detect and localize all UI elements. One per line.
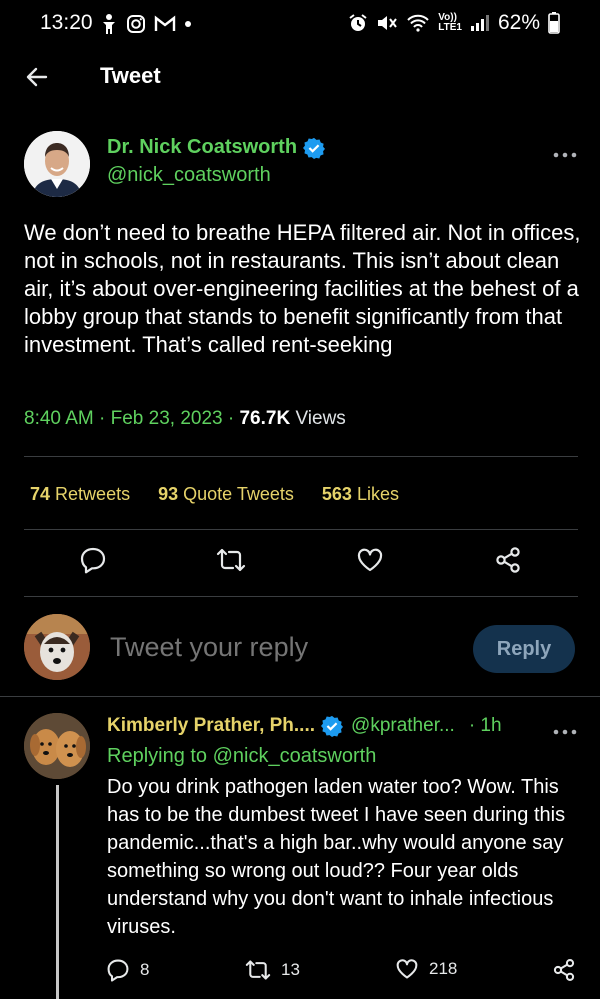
share-icon (496, 547, 520, 573)
tweet-text: We don’t need to breathe HEPA filtered a… (24, 220, 581, 357)
reply-more-options-button[interactable] (553, 717, 577, 743)
status-time: 13:20 (40, 11, 93, 34)
battery-icon (548, 12, 560, 34)
status-bar: 13:20 Vo)) LTE1 62% (0, 0, 600, 48)
views-label[interactable]: Views (295, 408, 345, 429)
reply-like-button[interactable]: 218 (395, 958, 457, 980)
reply-timestamp: · 1h (468, 715, 502, 736)
author-avatar[interactable] (24, 131, 90, 197)
replying-to-label: Replying to (107, 745, 208, 767)
system-icons: Vo)) LTE1 62% (348, 11, 560, 35)
my-avatar[interactable] (24, 614, 90, 680)
divider (24, 456, 578, 457)
alarm-icon (349, 14, 367, 31)
arrow-left-icon (26, 67, 48, 87)
tweet-meta: 8:40 AM · Feb 23, 2023 · 76.7K Views (24, 408, 346, 430)
reply-author-handle[interactable]: @kprather... (351, 715, 455, 737)
engagement-stats: 74 Retweets 93 Quote Tweets 563 Likes (30, 484, 399, 505)
views-count: 76.7K (239, 408, 291, 429)
reply-header: Kimberly Prather, Ph.... @kprather... · … (107, 715, 502, 737)
heart-icon (396, 959, 418, 979)
reply-retweet-button[interactable]: 13 (245, 958, 300, 982)
reply-actions: 8 13 218 (0, 958, 600, 988)
gmail-icon (154, 15, 176, 31)
accessibility-icon (103, 14, 115, 34)
more-dots-icon (553, 152, 577, 158)
page-title: Tweet (100, 63, 161, 88)
meta-separator: · (227, 408, 240, 429)
replying-to: Replying to @nick_coatsworth (107, 745, 376, 768)
reply-comment-count: 8 (140, 960, 150, 979)
divider (24, 529, 578, 530)
reply-share-button[interactable] (552, 958, 576, 982)
more-dots-icon (553, 729, 577, 735)
instagram-icon (127, 15, 145, 33)
dot-icon (185, 21, 191, 27)
wifi-icon (407, 14, 429, 32)
divider (0, 696, 600, 697)
comment-icon (107, 959, 129, 982)
author-name[interactable]: Dr. Nick Coatsworth (107, 136, 326, 159)
reply-author-name[interactable]: Kimberly Prather, Ph.... (107, 715, 315, 737)
likes-stat[interactable]: 563 Likes (322, 484, 399, 505)
reply-button[interactable]: Reply (473, 625, 575, 673)
tweet-date: Feb 23, 2023 (110, 408, 223, 429)
retweets-stat[interactable]: 74 Retweets (30, 484, 130, 505)
retweet-action-button[interactable] (216, 545, 246, 575)
heart-icon (357, 548, 383, 572)
dog-photo-icon (24, 614, 90, 680)
verified-badge-icon (303, 137, 326, 159)
battery-percent: 62% (497, 11, 540, 34)
retweet-icon (245, 960, 271, 980)
reply-author-avatar[interactable] (24, 713, 90, 779)
person-photo-icon (24, 131, 90, 197)
verified-badge-icon (321, 715, 344, 737)
reply-retweet-count: 13 (281, 960, 300, 979)
replying-to-handle[interactable]: @nick_coatsworth (213, 745, 377, 767)
reply-action-button[interactable] (78, 545, 108, 575)
mute-icon (378, 16, 398, 30)
top-bar: Tweet (0, 48, 600, 108)
dogs-photo-icon (24, 713, 90, 779)
back-button[interactable] (22, 62, 52, 92)
divider (24, 596, 578, 597)
share-icon (553, 959, 575, 981)
like-action-button[interactable] (355, 545, 385, 575)
notification-icons (100, 13, 192, 35)
signal-icon (470, 15, 489, 31)
author-handle[interactable]: @nick_coatsworth (107, 164, 271, 187)
reply-like-count: 218 (429, 959, 458, 978)
reply-input[interactable] (110, 632, 450, 663)
reply-comment-button[interactable]: 8 (106, 958, 149, 982)
quote-tweets-stat[interactable]: 93 Quote Tweets (158, 484, 294, 505)
tweet-actions (0, 545, 600, 585)
retweet-icon (216, 548, 246, 572)
meta-separator: · (99, 408, 111, 429)
reply-text: Do you drink pathogen laden water too? W… (107, 776, 566, 938)
comment-icon (80, 547, 106, 574)
volte-indicator: Vo)) LTE1 (438, 12, 462, 33)
tweet-time: 8:40 AM (24, 408, 94, 429)
more-options-button[interactable] (553, 140, 577, 166)
share-action-button[interactable] (493, 545, 523, 575)
author-name-text: Dr. Nick Coatsworth (107, 136, 298, 158)
